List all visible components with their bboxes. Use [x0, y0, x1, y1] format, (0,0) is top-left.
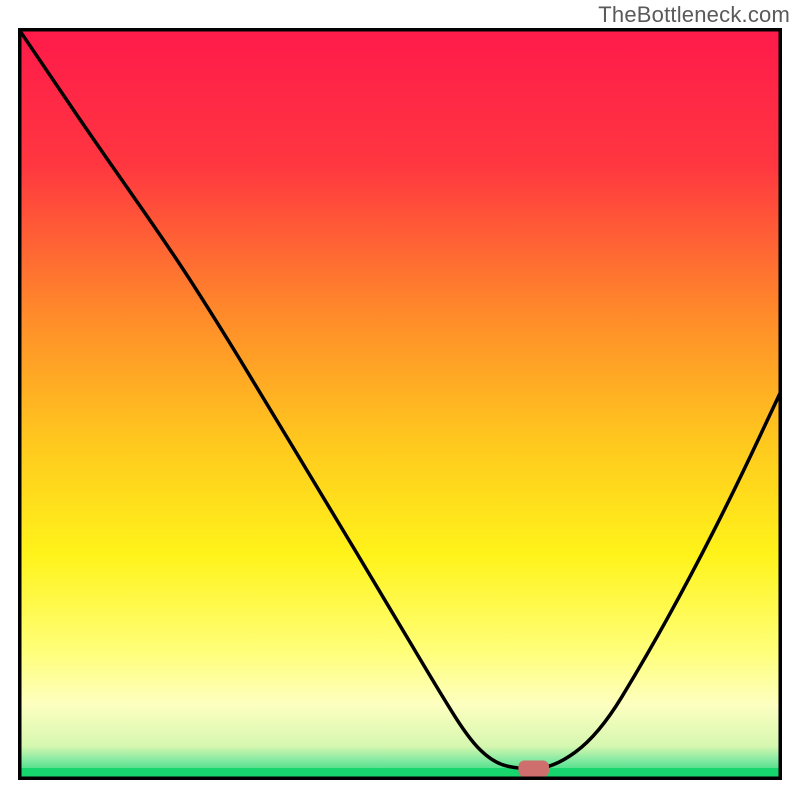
optimal-marker — [518, 760, 549, 777]
plot-svg — [18, 28, 782, 780]
chart-container: TheBottleneck.com — [0, 0, 800, 800]
plot-background — [18, 28, 782, 780]
watermark-text: TheBottleneck.com — [598, 2, 790, 28]
plot-frame — [18, 28, 782, 780]
